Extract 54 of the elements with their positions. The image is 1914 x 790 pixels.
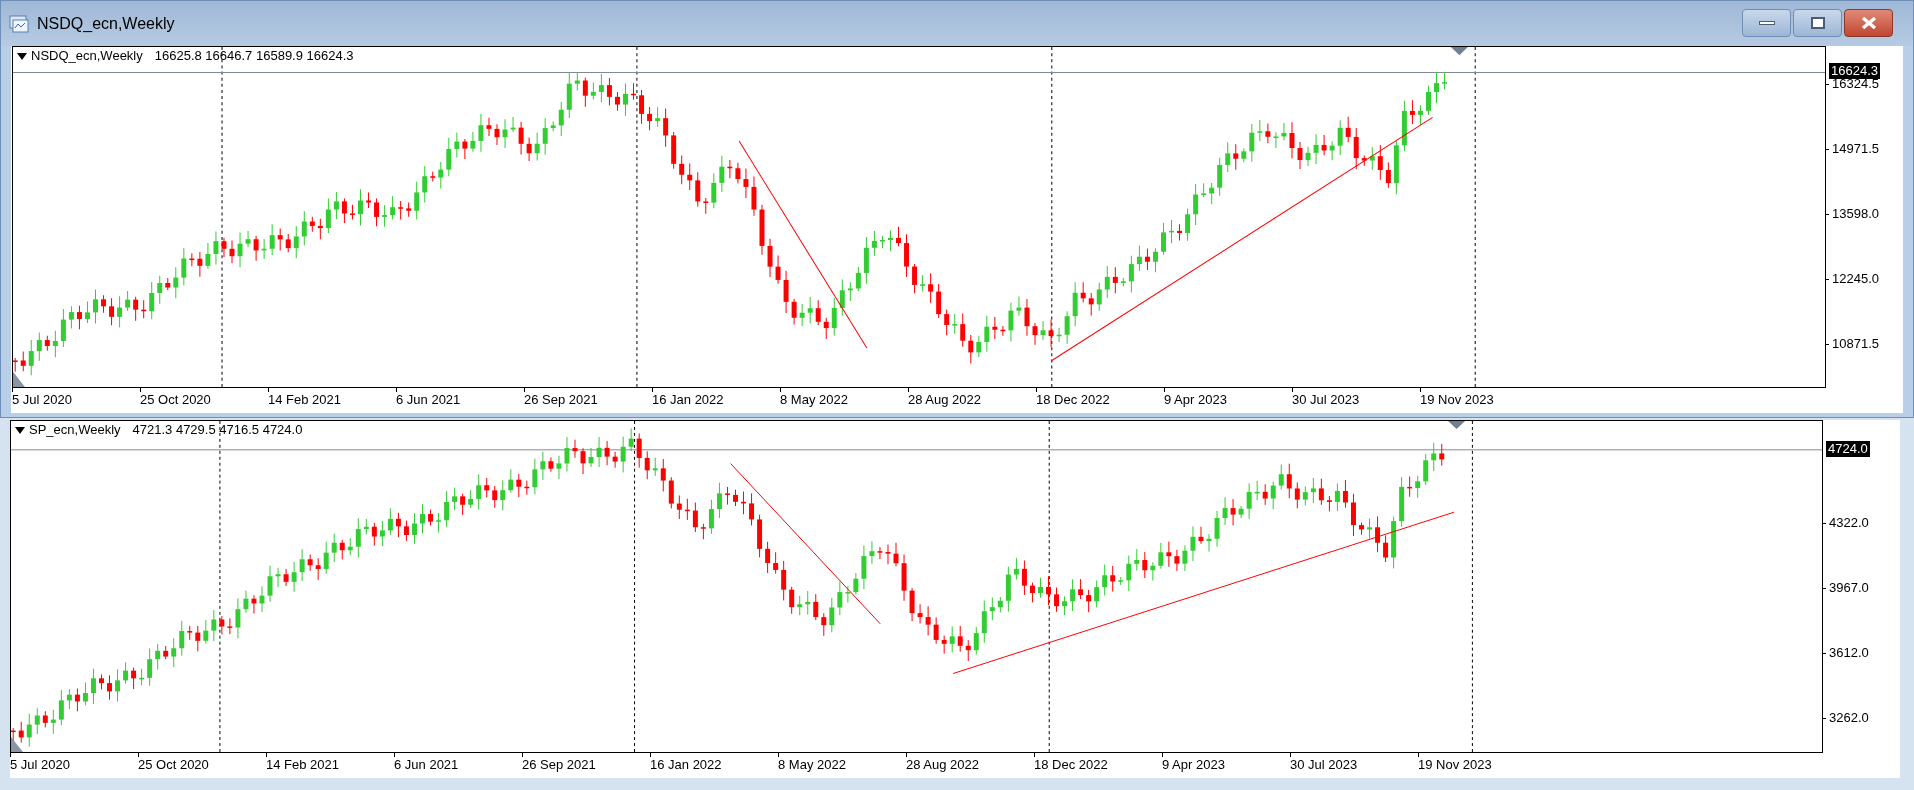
price-tick-label: 13598.0 <box>1832 206 1879 222</box>
date-label: 18 Dec 2022 <box>1034 757 1108 773</box>
minimize-button[interactable] <box>1742 8 1791 37</box>
trend-line[interactable] <box>952 511 1455 674</box>
date-label: 19 Nov 2023 <box>1418 757 1492 773</box>
date-label: 16 Jan 2022 <box>652 392 724 408</box>
date-label: 16 Jan 2022 <box>650 757 722 773</box>
price-tick-label: 4322.0 <box>1829 515 1869 531</box>
collapse-icon[interactable] <box>15 426 25 434</box>
date-label: 9 Apr 2023 <box>1162 757 1225 773</box>
corner-marker-icon <box>11 737 23 752</box>
date-label: 8 May 2022 <box>780 392 848 408</box>
shift-marker-icon[interactable] <box>1448 421 1466 429</box>
date-label: 5 Jul 2020 <box>12 392 72 408</box>
price-tick-label: 14971.5 <box>1832 141 1879 157</box>
ohlc-values: 4721.3 4729.5 4716.5 4724.0 <box>132 421 303 439</box>
date-label: 28 Aug 2022 <box>906 757 980 773</box>
date-label: 26 Sep 2021 <box>524 392 598 408</box>
date-label: 25 Oct 2020 <box>138 757 209 773</box>
collapse-icon[interactable] <box>17 52 27 60</box>
date-label: 5 Jul 2020 <box>10 757 70 773</box>
date-label: 26 Sep 2021 <box>522 757 596 773</box>
price-tick-label: 12245.0 <box>1832 271 1879 287</box>
date-label: 30 Jul 2023 <box>1292 392 1360 408</box>
window-title: NSDQ_ecn,Weekly <box>37 13 175 34</box>
date-label: 14 Feb 2021 <box>266 757 339 773</box>
date-label: 9 Apr 2023 <box>1164 392 1227 408</box>
price-tick-label: 16324.5 <box>1832 76 1879 92</box>
price-tick-label: 3612.0 <box>1829 645 1869 661</box>
maximize-button[interactable] <box>1793 8 1842 37</box>
symbol-label: SP_ecn,Weekly <box>29 421 121 439</box>
date-label: 28 Aug 2022 <box>908 392 982 408</box>
trend-line[interactable] <box>730 463 881 625</box>
date-label: 18 Dec 2022 <box>1036 392 1110 408</box>
price-tick-label: 3262.0 <box>1829 710 1869 726</box>
date-label: 14 Feb 2021 <box>268 392 341 408</box>
price-tick-label: 3967.0 <box>1829 580 1869 596</box>
date-label: 6 Jun 2021 <box>394 757 459 773</box>
trend-line[interactable] <box>1051 116 1434 361</box>
ohlc-values: 16625.8 16646.7 16589.9 16624.3 <box>154 47 354 65</box>
date-label: 8 May 2022 <box>778 757 846 773</box>
symbol-label: NSDQ_ecn,Weekly <box>31 47 143 65</box>
chart-window-icon[interactable] <box>9 14 29 33</box>
close-button[interactable] <box>1844 8 1893 37</box>
date-label: 6 Jun 2021 <box>396 392 461 408</box>
date-label: 30 Jul 2023 <box>1290 757 1358 773</box>
current-price-label: 4724.0 <box>1826 441 1870 457</box>
price-tick-label: 10871.5 <box>1832 336 1879 352</box>
close-icon <box>1860 15 1877 30</box>
corner-marker-icon <box>13 371 25 387</box>
current-price-label: 16624.3 <box>1829 63 1880 79</box>
date-label: 19 Nov 2023 <box>1420 392 1494 408</box>
trend-line[interactable] <box>738 140 868 349</box>
date-label: 25 Oct 2020 <box>140 392 211 408</box>
